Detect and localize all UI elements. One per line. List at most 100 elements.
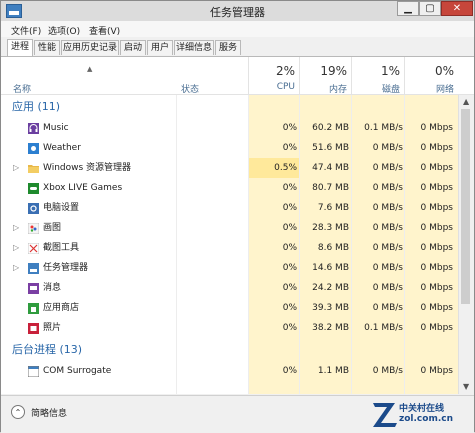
process-name: 任务管理器 xyxy=(43,263,89,273)
zol-logo-icon xyxy=(373,403,397,427)
column-name[interactable]: 名称 xyxy=(13,82,31,95)
tab-startup[interactable]: 启动 xyxy=(120,40,146,55)
network-value: 0 Mbps xyxy=(420,223,453,233)
column-disk[interactable]: 1% 磁盘 xyxy=(351,57,404,95)
process-row[interactable]: 应用商店 0% 39.3 MB 0 MB/s 0 Mbps xyxy=(1,298,474,318)
minimize-button[interactable]: ▁ xyxy=(397,1,419,16)
process-name: Windows 资源管理器 xyxy=(43,163,132,173)
process-name: 照片 xyxy=(43,323,62,333)
process-table: ▲ 名称 状态 2% CPU 19% 内存 1% 磁盘 0% 网络 应用 (11… xyxy=(1,57,474,394)
expand-chevron-icon[interactable]: ▷ xyxy=(13,238,19,258)
cpu-value: 0% xyxy=(282,366,297,376)
maximize-button[interactable]: ▢ xyxy=(419,1,441,16)
memory-value: 28.3 MB xyxy=(312,223,349,233)
tab-performance[interactable]: 性能 xyxy=(34,40,60,55)
title-bar[interactable]: 任务管理器 ▁ ▢ ✕ xyxy=(1,1,474,21)
column-status[interactable]: 状态 xyxy=(181,82,199,95)
disk-value: 0 MB/s xyxy=(372,223,403,233)
network-value: 0 Mbps xyxy=(420,283,453,293)
headphones-icon xyxy=(28,122,39,134)
memory-value: 39.3 MB xyxy=(312,303,349,313)
process-name: 画图 xyxy=(43,223,62,233)
process-name: Music xyxy=(43,123,69,133)
disk-value: 0 MB/s xyxy=(372,203,403,213)
menu-options[interactable]: 选项(O) xyxy=(48,24,80,37)
menu-view[interactable]: 查看(V) xyxy=(89,24,120,37)
process-name: Xbox LIVE Games xyxy=(43,183,123,193)
process-row[interactable]: COM Surrogate 0% 1.1 MB 0 MB/s 0 Mbps xyxy=(1,361,474,381)
menu-file[interactable]: 文件(F) xyxy=(11,24,41,37)
cpu-value: 0% xyxy=(282,283,297,293)
column-memory[interactable]: 19% 内存 xyxy=(299,57,351,95)
cpu-value: 0% xyxy=(282,223,297,233)
scroll-up-icon[interactable]: ▲ xyxy=(463,97,469,106)
watermark-name: 中关村在线 xyxy=(399,404,445,414)
tab-users[interactable]: 用户 xyxy=(147,40,173,55)
gamepad-icon xyxy=(28,182,39,194)
process-name: 电脑设置 xyxy=(43,203,80,213)
disk-value: 0 MB/s xyxy=(372,303,403,313)
network-value: 0 Mbps xyxy=(420,163,453,173)
section-background: 后台进程 (13) xyxy=(12,343,83,356)
memory-value: 60.2 MB xyxy=(312,123,349,133)
tab-details[interactable]: 详细信息 xyxy=(174,40,214,55)
process-row[interactable]: ▷ 截图工具 0% 8.6 MB 0 MB/s 0 Mbps xyxy=(1,238,474,258)
process-row[interactable]: Music 0% 60.2 MB 0.1 MB/s 0 Mbps xyxy=(1,118,474,138)
fewer-details-icon[interactable]: ⌃ xyxy=(11,405,25,419)
process-name: Weather xyxy=(43,143,81,153)
memory-value: 7.6 MB xyxy=(317,203,349,213)
memory-label: 内存 xyxy=(328,85,347,95)
disk-value: 0.1 MB/s xyxy=(364,123,403,133)
disk-value: 0 MB/s xyxy=(372,183,403,193)
process-row[interactable]: 电脑设置 0% 7.6 MB 0 MB/s 0 Mbps xyxy=(1,198,474,218)
cpu-value: 0% xyxy=(282,303,297,313)
menu-bar: 文件(F) 选项(O) 查看(V) xyxy=(1,21,474,37)
process-row[interactable]: ▷ Windows 资源管理器 0.5% 47.4 MB 0 MB/s 0 Mbps xyxy=(1,158,474,178)
process-name: 消息 xyxy=(43,283,62,293)
memory-total: 19% xyxy=(320,64,347,78)
process-rows: 应用 (11) Music 0% 60.2 MB 0.1 MB/s 0 Mbps Weat… xyxy=(1,95,474,381)
memory-value: 47.4 MB xyxy=(312,163,349,173)
store-icon xyxy=(28,302,39,314)
footer-bar: ⌃ 简略信息 中关村在线 zol.com.cn xyxy=(1,395,474,433)
process-row[interactable]: ▷ 任务管理器 0% 14.6 MB 0 MB/s 0 Mbps xyxy=(1,258,474,278)
expand-chevron-icon[interactable]: ▷ xyxy=(13,258,19,278)
scroll-thumb[interactable] xyxy=(461,109,470,304)
scroll-down-icon[interactable]: ▼ xyxy=(463,382,469,391)
network-total: 0% xyxy=(434,64,454,78)
disk-value: 0 MB/s xyxy=(372,283,403,293)
process-row[interactable]: Weather 0% 51.6 MB 0 MB/s 0 Mbps xyxy=(1,138,474,158)
cpu-value: 0% xyxy=(282,243,297,253)
column-cpu[interactable]: 2% CPU xyxy=(248,57,299,94)
expand-chevron-icon[interactable]: ▷ xyxy=(13,218,19,238)
tab-processes[interactable]: 进程 xyxy=(7,39,33,56)
task-manager-icon xyxy=(28,262,39,274)
close-button[interactable]: ✕ xyxy=(441,1,473,16)
window-icon xyxy=(27,365,40,378)
process-row[interactable]: Xbox LIVE Games 0% 80.7 MB 0 MB/s 0 Mbps xyxy=(1,178,474,198)
network-value: 0 Mbps xyxy=(420,183,453,193)
disk-total: 1% xyxy=(380,64,400,78)
cpu-value: 0.5% xyxy=(274,163,297,173)
task-manager-window: 任务管理器 ▁ ▢ ✕ 文件(F) 选项(O) 查看(V) 进程 性能 应用历史… xyxy=(0,0,475,433)
network-value: 0 Mbps xyxy=(420,243,453,253)
memory-value: 38.2 MB xyxy=(312,323,349,333)
sort-up-icon[interactable]: ▲ xyxy=(87,65,92,73)
network-value: 0 Mbps xyxy=(420,123,453,133)
disk-value: 0 MB/s xyxy=(372,143,403,153)
tab-services[interactable]: 服务 xyxy=(215,40,241,55)
expand-chevron-icon[interactable]: ▷ xyxy=(13,158,19,178)
column-network[interactable]: 0% 网络 xyxy=(404,57,458,95)
network-value: 0 Mbps xyxy=(420,143,453,153)
gear-icon xyxy=(28,202,39,214)
network-value: 0 Mbps xyxy=(420,203,453,213)
paint-icon xyxy=(27,222,40,235)
cpu-value: 0% xyxy=(282,183,297,193)
cpu-value: 0% xyxy=(282,323,297,333)
process-row[interactable]: 照片 0% 38.2 MB 0.1 MB/s 0 Mbps xyxy=(1,318,474,338)
process-row[interactable]: 消息 0% 24.2 MB 0 MB/s 0 Mbps xyxy=(1,278,474,298)
process-row[interactable]: ▷ 画图 0% 28.3 MB 0 MB/s 0 Mbps xyxy=(1,218,474,238)
watermark-domain: zol.com.cn xyxy=(399,414,453,424)
fewer-details-link[interactable]: 简略信息 xyxy=(31,406,67,419)
tab-app-history[interactable]: 应用历史记录 xyxy=(61,40,119,55)
